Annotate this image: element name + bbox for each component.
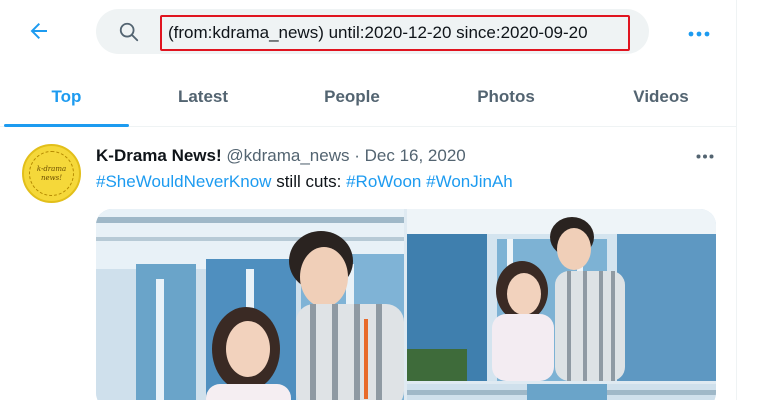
tweet[interactable]: k-drama news! K-Drama News! @kdrama_news… (0, 128, 736, 400)
tweet-media-grid (96, 209, 716, 400)
tweet-photo-1[interactable] (96, 209, 404, 400)
arrow-left-icon (27, 19, 51, 48)
tweet-more-button[interactable] (690, 140, 720, 170)
tab-photos[interactable]: Photos (436, 66, 576, 127)
back-button[interactable] (22, 16, 56, 50)
tweet-photo-2[interactable] (407, 209, 716, 381)
page-gutter (737, 0, 768, 400)
search-input[interactable] (160, 15, 630, 51)
tweet-photo-3[interactable] (407, 384, 716, 400)
tweet-date[interactable]: Dec 16, 2020 (365, 146, 466, 165)
separator: · (354, 146, 360, 165)
tab-latest[interactable]: Latest (143, 66, 263, 127)
more-options-button[interactable] (682, 16, 716, 50)
tab-people[interactable]: People (279, 66, 425, 127)
hashtag-rowoon[interactable]: #RoWoon (346, 172, 421, 191)
tab-top[interactable]: Top (4, 66, 129, 127)
tweet-text-plain: still cuts: (271, 172, 347, 191)
tweet-text: #SheWouldNeverKnow still cuts: #RoWoon #… (96, 172, 513, 192)
search-tabs: Top Latest People Photos Videos (0, 66, 736, 127)
avatar-ring (29, 151, 74, 196)
search-results-column: Top Latest People Photos Videos k-drama … (0, 0, 737, 400)
tweet-header: K-Drama News! @kdrama_news · Dec 16, 202… (96, 146, 466, 166)
display-name[interactable]: K-Drama News! (96, 146, 222, 165)
avatar[interactable]: k-drama news! (22, 144, 81, 203)
hashtag-wonjinah[interactable]: #WonJinAh (426, 172, 513, 191)
handle[interactable]: @kdrama_news (226, 146, 349, 165)
more-horizontal-icon (696, 146, 714, 164)
search-icon (118, 21, 140, 43)
more-horizontal-icon (688, 24, 710, 42)
tab-videos[interactable]: Videos (596, 66, 726, 127)
hashtag-shewouldneverknow[interactable]: #SheWouldNeverKnow (96, 172, 271, 191)
active-tab-indicator (4, 124, 129, 127)
